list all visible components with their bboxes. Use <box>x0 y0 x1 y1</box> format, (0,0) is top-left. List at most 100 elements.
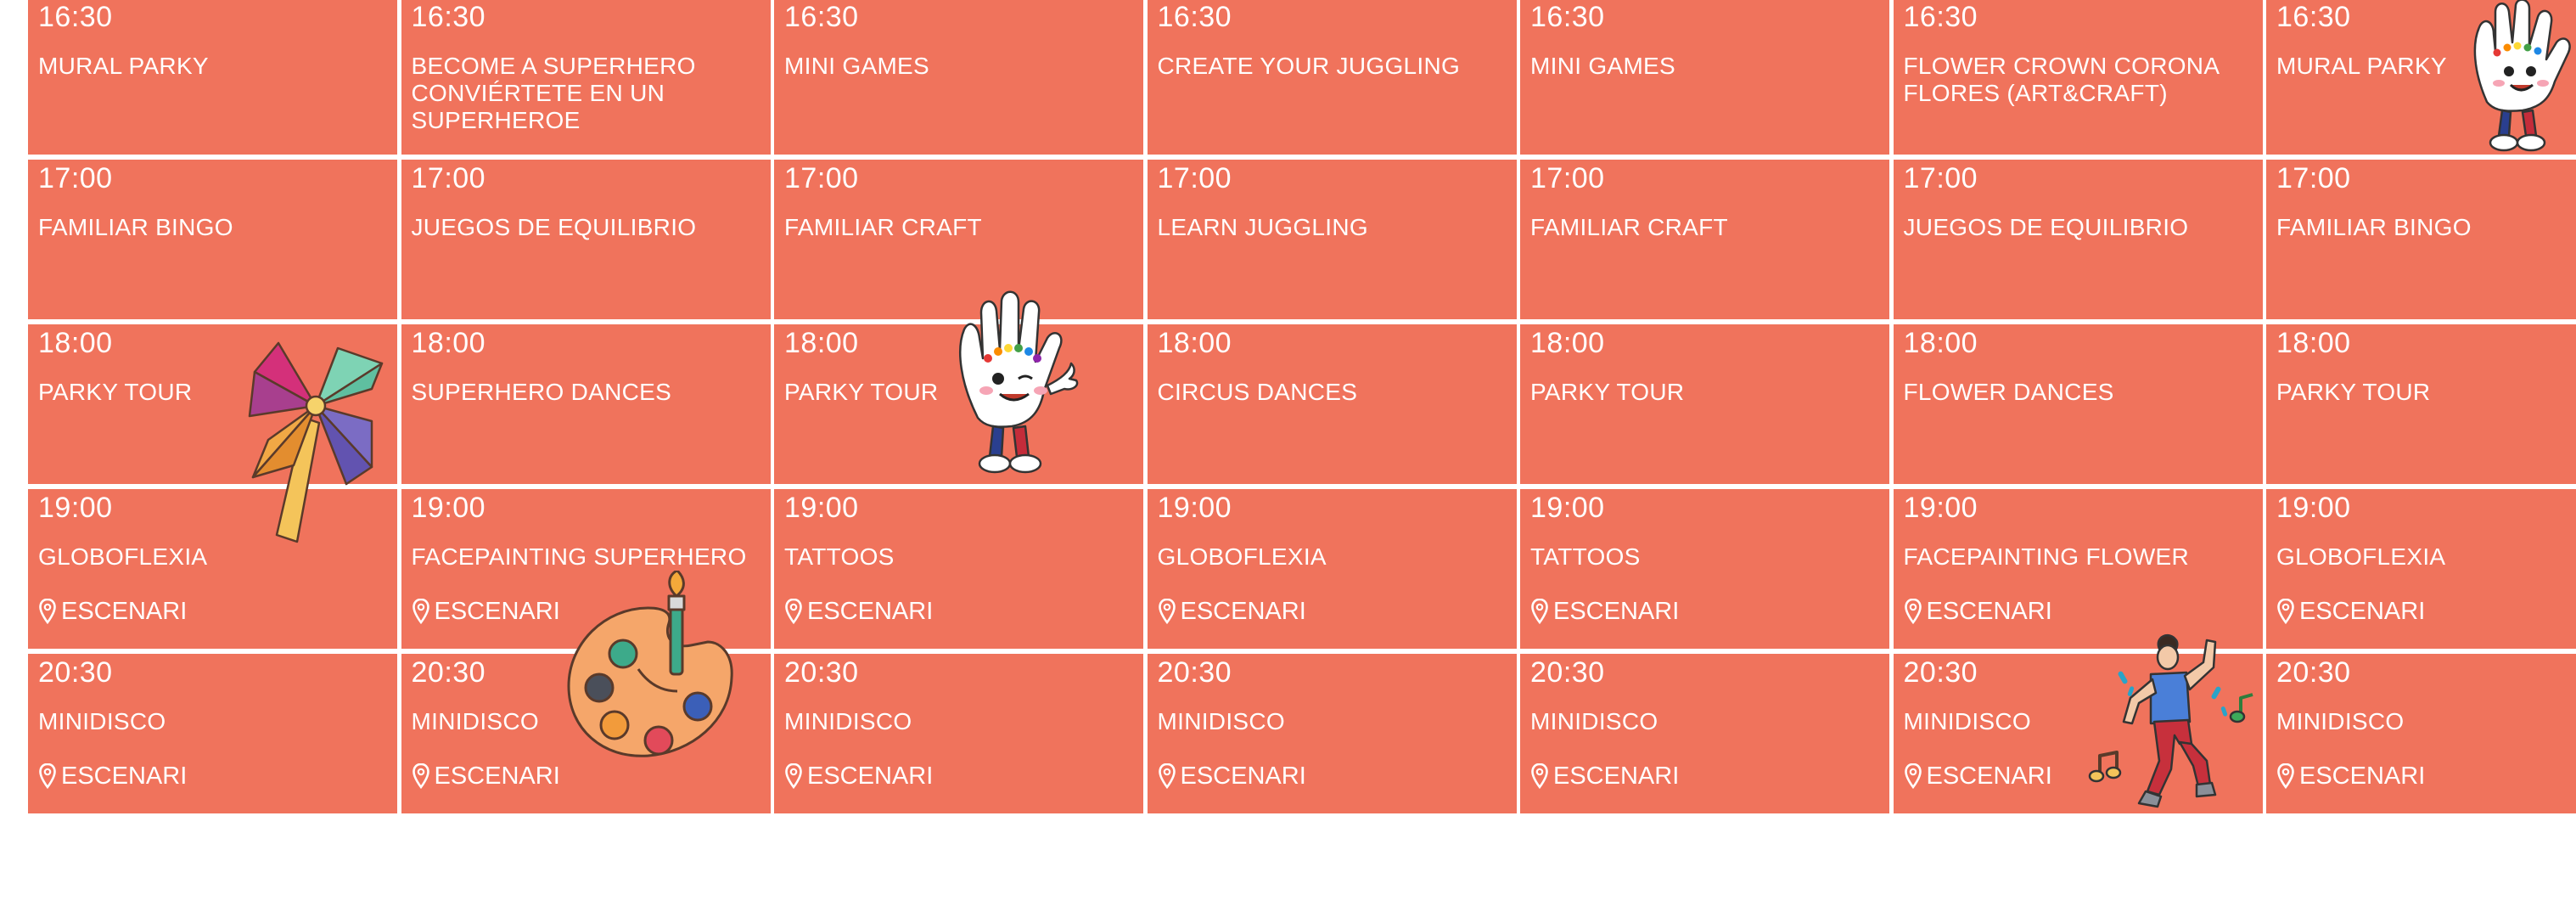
activity-title: GLOBOFLEXIA <box>1157 543 1327 570</box>
schedule-cell: 17:00 FAMILIAR BINGO <box>2266 160 2576 319</box>
schedule-cell: 16:30 MINI GAMES <box>1520 0 1889 155</box>
schedule-cell: 20:30 MINIDISCO ESCENARI <box>2266 654 2576 813</box>
activity-time: 18:00 <box>1903 327 1978 359</box>
location-pin-icon <box>1158 763 1181 789</box>
activity-time: 19:00 <box>411 492 486 524</box>
location-label: ESCENARI <box>1553 598 1680 625</box>
activity-time: 17:00 <box>784 162 859 194</box>
activity-title: CIRCUS DANCES <box>1157 379 1358 405</box>
activity-title: MINIDISCO <box>38 708 166 734</box>
location-pin-icon <box>2276 599 2299 624</box>
location-pin-icon <box>1904 763 1927 789</box>
schedule-cell: 19:00 GLOBOFLEXIA ESCENARI <box>1147 489 1517 649</box>
activity-time: 18:00 <box>411 327 486 359</box>
activity-time: 18:00 <box>1530 327 1605 359</box>
schedule-cell: 16:30 MINI GAMES <box>774 0 1143 155</box>
location-label: ESCENARI <box>61 598 188 625</box>
schedule-cell: 19:00 GLOBOFLEXIA ESCENARI <box>2266 489 2576 649</box>
schedule-cell: 20:30 MINIDISCO ESCENARI <box>774 654 1143 813</box>
location-pin-icon <box>1530 599 1553 624</box>
activity-time: 20:30 <box>1530 656 1605 689</box>
activity-title: PARKY TOUR <box>2276 379 2431 405</box>
activity-time: 17:00 <box>1903 162 1978 194</box>
activity-title: MINIDISCO <box>1530 708 1658 734</box>
activity-time: 19:00 <box>1157 492 1232 524</box>
activity-time: 16:30 <box>411 1 486 33</box>
activity-time: 20:30 <box>1157 656 1232 689</box>
activity-title: MURAL PARKY <box>38 53 209 79</box>
activity-title: FAMILIAR CRAFT <box>1530 214 1728 240</box>
schedule-cell: 17:00 JUEGOS DE EQUILIBRIO <box>1893 160 2263 319</box>
schedule-cell: 17:00 LEARN JUGGLING <box>1147 160 1517 319</box>
activity-time: 17:00 <box>1530 162 1605 194</box>
dancer-illustration <box>2088 633 2253 808</box>
activity-title: MINI GAMES <box>1530 53 1676 79</box>
location-label: ESCENARI <box>434 763 560 790</box>
schedule-cell: 19:00 TATTOOS ESCENARI <box>774 489 1143 649</box>
activity-time: 18:00 <box>2276 327 2351 359</box>
activity-title: MINIDISCO <box>2276 708 2405 734</box>
location-label: ESCENARI <box>61 763 188 790</box>
location-label: ESCENARI <box>1926 763 2052 790</box>
schedule-cell: 17:00 FAMILIAR BINGO <box>28 160 397 319</box>
activity-title: FACEPAINTING SUPERHERO <box>411 543 747 570</box>
location-pin-icon <box>784 763 807 789</box>
glove-mascot-illustration <box>2473 0 2571 152</box>
schedule-cell: 16:30 CREATE YOUR JUGGLING <box>1147 0 1517 155</box>
activity-location: ESCENARI <box>1530 763 1879 790</box>
activity-time: 20:30 <box>2276 656 2351 689</box>
location-label: ESCENARI <box>1180 763 1306 790</box>
location-label: ESCENARI <box>1553 763 1680 790</box>
activity-title: FAMILIAR CRAFT <box>784 214 982 240</box>
activity-location: ESCENARI <box>784 763 1133 790</box>
activity-time: 19:00 <box>1903 492 1978 524</box>
schedule-cell: 17:00 JUEGOS DE EQUILIBRIO <box>401 160 771 319</box>
activity-title: FLOWER DANCES <box>1903 379 2114 405</box>
location-pin-icon <box>38 763 61 789</box>
location-pin-icon <box>2276 763 2299 789</box>
schedule-cell: 18:00 CIRCUS DANCES <box>1147 324 1517 484</box>
schedule-cell: 20:30 MINIDISCO ESCENARI <box>1520 654 1889 813</box>
activity-title: TATTOOS <box>1530 543 1641 570</box>
activity-title: FAMILIAR BINGO <box>2276 214 2472 240</box>
schedule-cell: 17:00 FAMILIAR CRAFT <box>1520 160 1889 319</box>
activity-location: ESCENARI <box>1904 598 2253 625</box>
activity-time: 17:00 <box>411 162 486 194</box>
activity-location: ESCENARI <box>2276 763 2576 790</box>
activity-location: ESCENARI <box>2276 598 2576 625</box>
location-label: ESCENARI <box>807 598 934 625</box>
activity-title: JUEGOS DE EQUILIBRIO <box>411 214 697 240</box>
location-label: ESCENARI <box>2299 763 2426 790</box>
activity-time: 19:00 <box>2276 492 2351 524</box>
schedule-cell: 16:30 MURAL PARKY <box>28 0 397 155</box>
location-pin-icon <box>1904 599 1927 624</box>
activity-time: 20:30 <box>38 656 113 689</box>
activity-location: ESCENARI <box>412 763 760 790</box>
activity-title: GLOBOFLEXIA <box>2276 543 2446 570</box>
activity-title: MINIDISCO <box>1157 708 1285 734</box>
activity-location: ESCENARI <box>1158 763 1507 790</box>
activity-title: LEARN JUGGLING <box>1157 214 1368 240</box>
activity-time: 19:00 <box>1530 492 1605 524</box>
location-label: ESCENARI <box>2299 598 2426 625</box>
schedule-cell: 16:30 BECOME A SUPERHERO CONVIÉRTETE EN U… <box>401 0 771 155</box>
schedule-cell: 20:30 MINIDISCO ESCENARI <box>1147 654 1517 813</box>
activity-title: CREATE YOUR JUGGLING <box>1157 53 1461 79</box>
schedule-cell: 18:00 PARKY TOUR <box>2266 324 2576 484</box>
activity-title: SUPERHERO DANCES <box>411 379 672 405</box>
activity-title: TATTOOS <box>784 543 895 570</box>
location-label: ESCENARI <box>1180 598 1306 625</box>
activity-title: GLOBOFLEXIA <box>38 543 208 570</box>
schedule-cell: 16:30 FLOWER CROWN CORONA FLORES (ART&CRA… <box>1893 0 2263 155</box>
pinwheel-illustration <box>248 341 384 543</box>
activity-title: MINI GAMES <box>784 53 930 79</box>
activity-time: 17:00 <box>2276 162 2351 194</box>
location-pin-icon <box>1158 599 1181 624</box>
activity-time: 16:30 <box>784 1 859 33</box>
schedule-cell: 18:00 FLOWER DANCES <box>1893 324 2263 484</box>
schedule-cell: 20:30 MINIDISCO ESCENARI <box>28 654 397 813</box>
activity-location: ESCENARI <box>784 598 1133 625</box>
schedule-cell: 19:00 TATTOOS ESCENARI <box>1520 489 1889 649</box>
activity-time: 16:30 <box>1530 1 1605 33</box>
activity-title: PARKY TOUR <box>1530 379 1685 405</box>
